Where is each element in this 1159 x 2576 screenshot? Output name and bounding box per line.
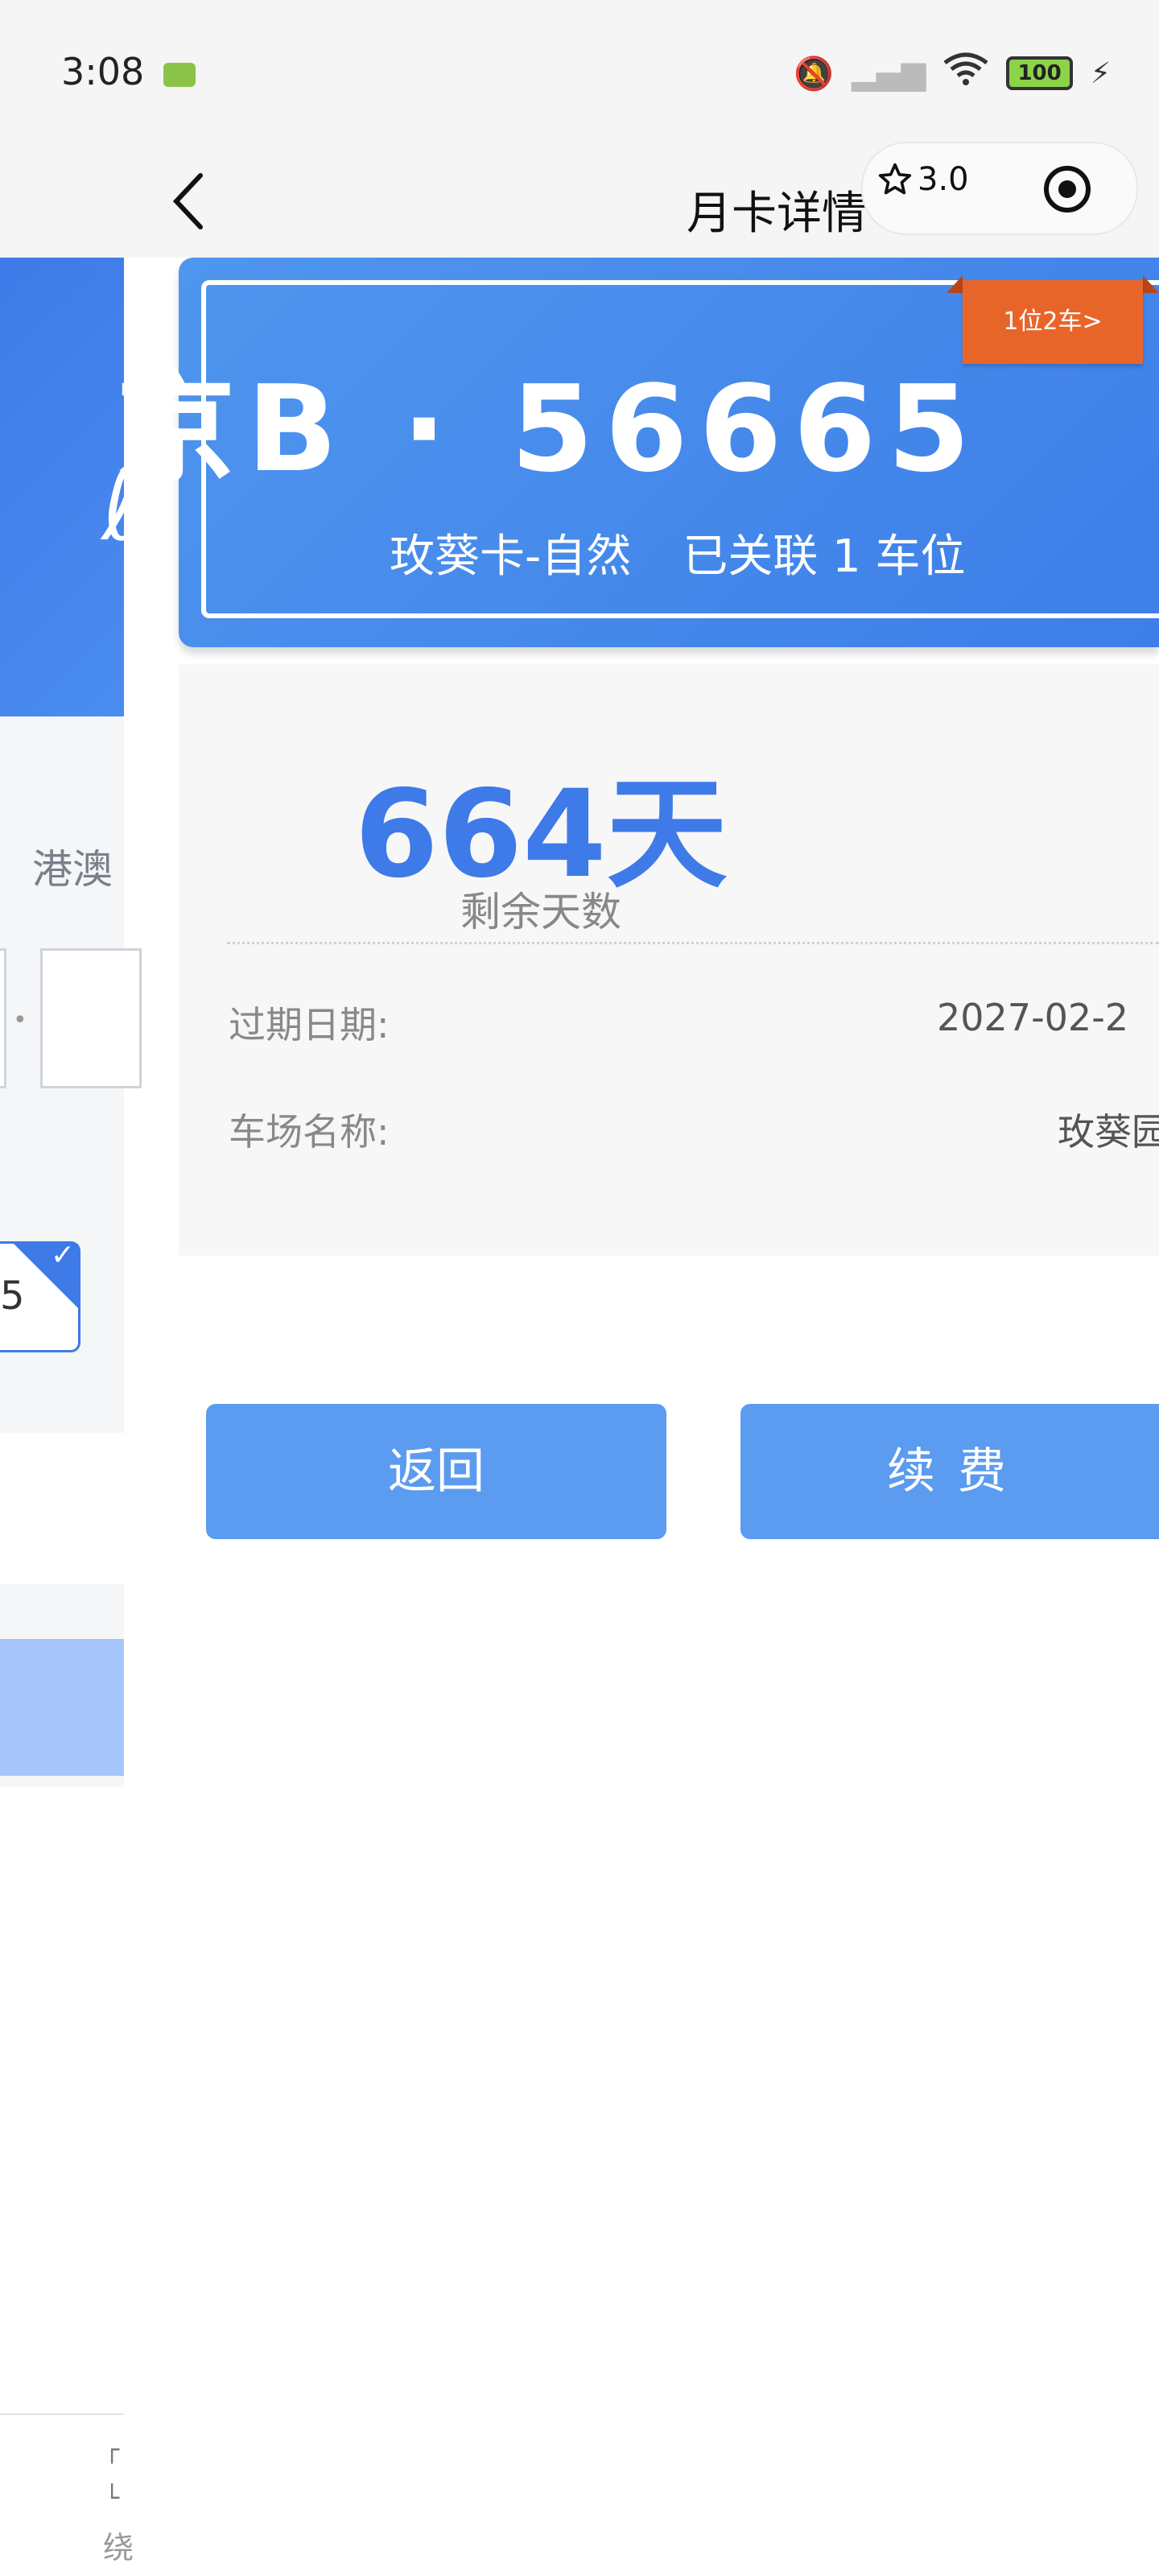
rating-value: 3.0	[918, 161, 969, 198]
check-icon: ✓	[50, 1239, 75, 1272]
renew-button[interactable]: 续费	[740, 1404, 1159, 1539]
bg-separator: •	[13, 1006, 27, 1034]
charging-icon: ⚡	[1090, 56, 1111, 90]
bg-submit-button[interactable]	[0, 1639, 124, 1776]
back-button[interactable]: 返回	[206, 1404, 666, 1539]
back-arrow-icon[interactable]	[165, 169, 213, 233]
status-time: 3:08	[61, 50, 145, 93]
bg-plate-input-box[interactable]	[40, 948, 142, 1088]
bg-section	[0, 1433, 124, 1584]
wifi-icon	[943, 52, 988, 95]
ribbon-fold	[1143, 275, 1159, 293]
bg-footer-char: 绕	[103, 2530, 134, 2566]
divider	[0, 2413, 124, 2415]
app-notification-icon	[163, 63, 196, 87]
status-bar: 3:08 🔕 ▂▄▆ 100 ⚡	[0, 0, 1159, 145]
rating-button[interactable]: 3.0	[877, 161, 969, 198]
star-icon	[878, 163, 912, 195]
card-detail-drawer: 京B · 56665 玫葵卡-自然 已关联 1 车位 1位2车> 664天 剩余天…	[117, 258, 1159, 2576]
bg-selected-value: 5	[0, 1274, 25, 1319]
spaces-cars-ribbon[interactable]: 1位2车>	[963, 280, 1143, 364]
battery-icon: 100	[1006, 56, 1073, 90]
plate-card: 京B · 56665 玫葵卡-自然 已关联 1 车位 1位2车>	[117, 258, 1159, 647]
divider	[227, 942, 1159, 944]
card-name: 玫葵卡-自然	[390, 530, 632, 583]
ribbon-fold	[947, 275, 963, 293]
parking-lot-value: 玫葵园	[1058, 1110, 1159, 1154]
status-icons: 🔕 ▂▄▆ 100 ⚡	[794, 52, 1111, 95]
bg-bracket-mark: └	[105, 2484, 120, 2512]
expire-date-label: 过期日期:	[229, 1003, 390, 1046]
expire-date-value: 2027-02-2	[937, 996, 1129, 1039]
days-remaining-label: 剩余天数	[460, 889, 621, 935]
bg-bracket-mark: ┌	[105, 2436, 120, 2464]
close-miniprogram-icon[interactable]	[1041, 163, 1093, 215]
signal-icon: ▂▄▆	[852, 55, 926, 92]
mute-icon: 🔕	[794, 55, 835, 93]
linked-spaces: 已关联 1 车位	[683, 530, 966, 583]
plate-number: 京B · 56665	[116, 360, 982, 498]
plate-subtitle: 玫葵卡-自然 已关联 1 车位	[390, 520, 965, 585]
bg-plate-input-box[interactable]	[0, 948, 6, 1088]
card-info-panel: 664天 剩余天数 过期日期: 2027-02-2 车场名称: 玫葵园	[179, 664, 1159, 1256]
background-page: ℓ 港澳 • ✓ 5 ┌ └ 绕	[0, 258, 142, 2576]
parking-lot-label: 车场名称:	[229, 1110, 390, 1154]
